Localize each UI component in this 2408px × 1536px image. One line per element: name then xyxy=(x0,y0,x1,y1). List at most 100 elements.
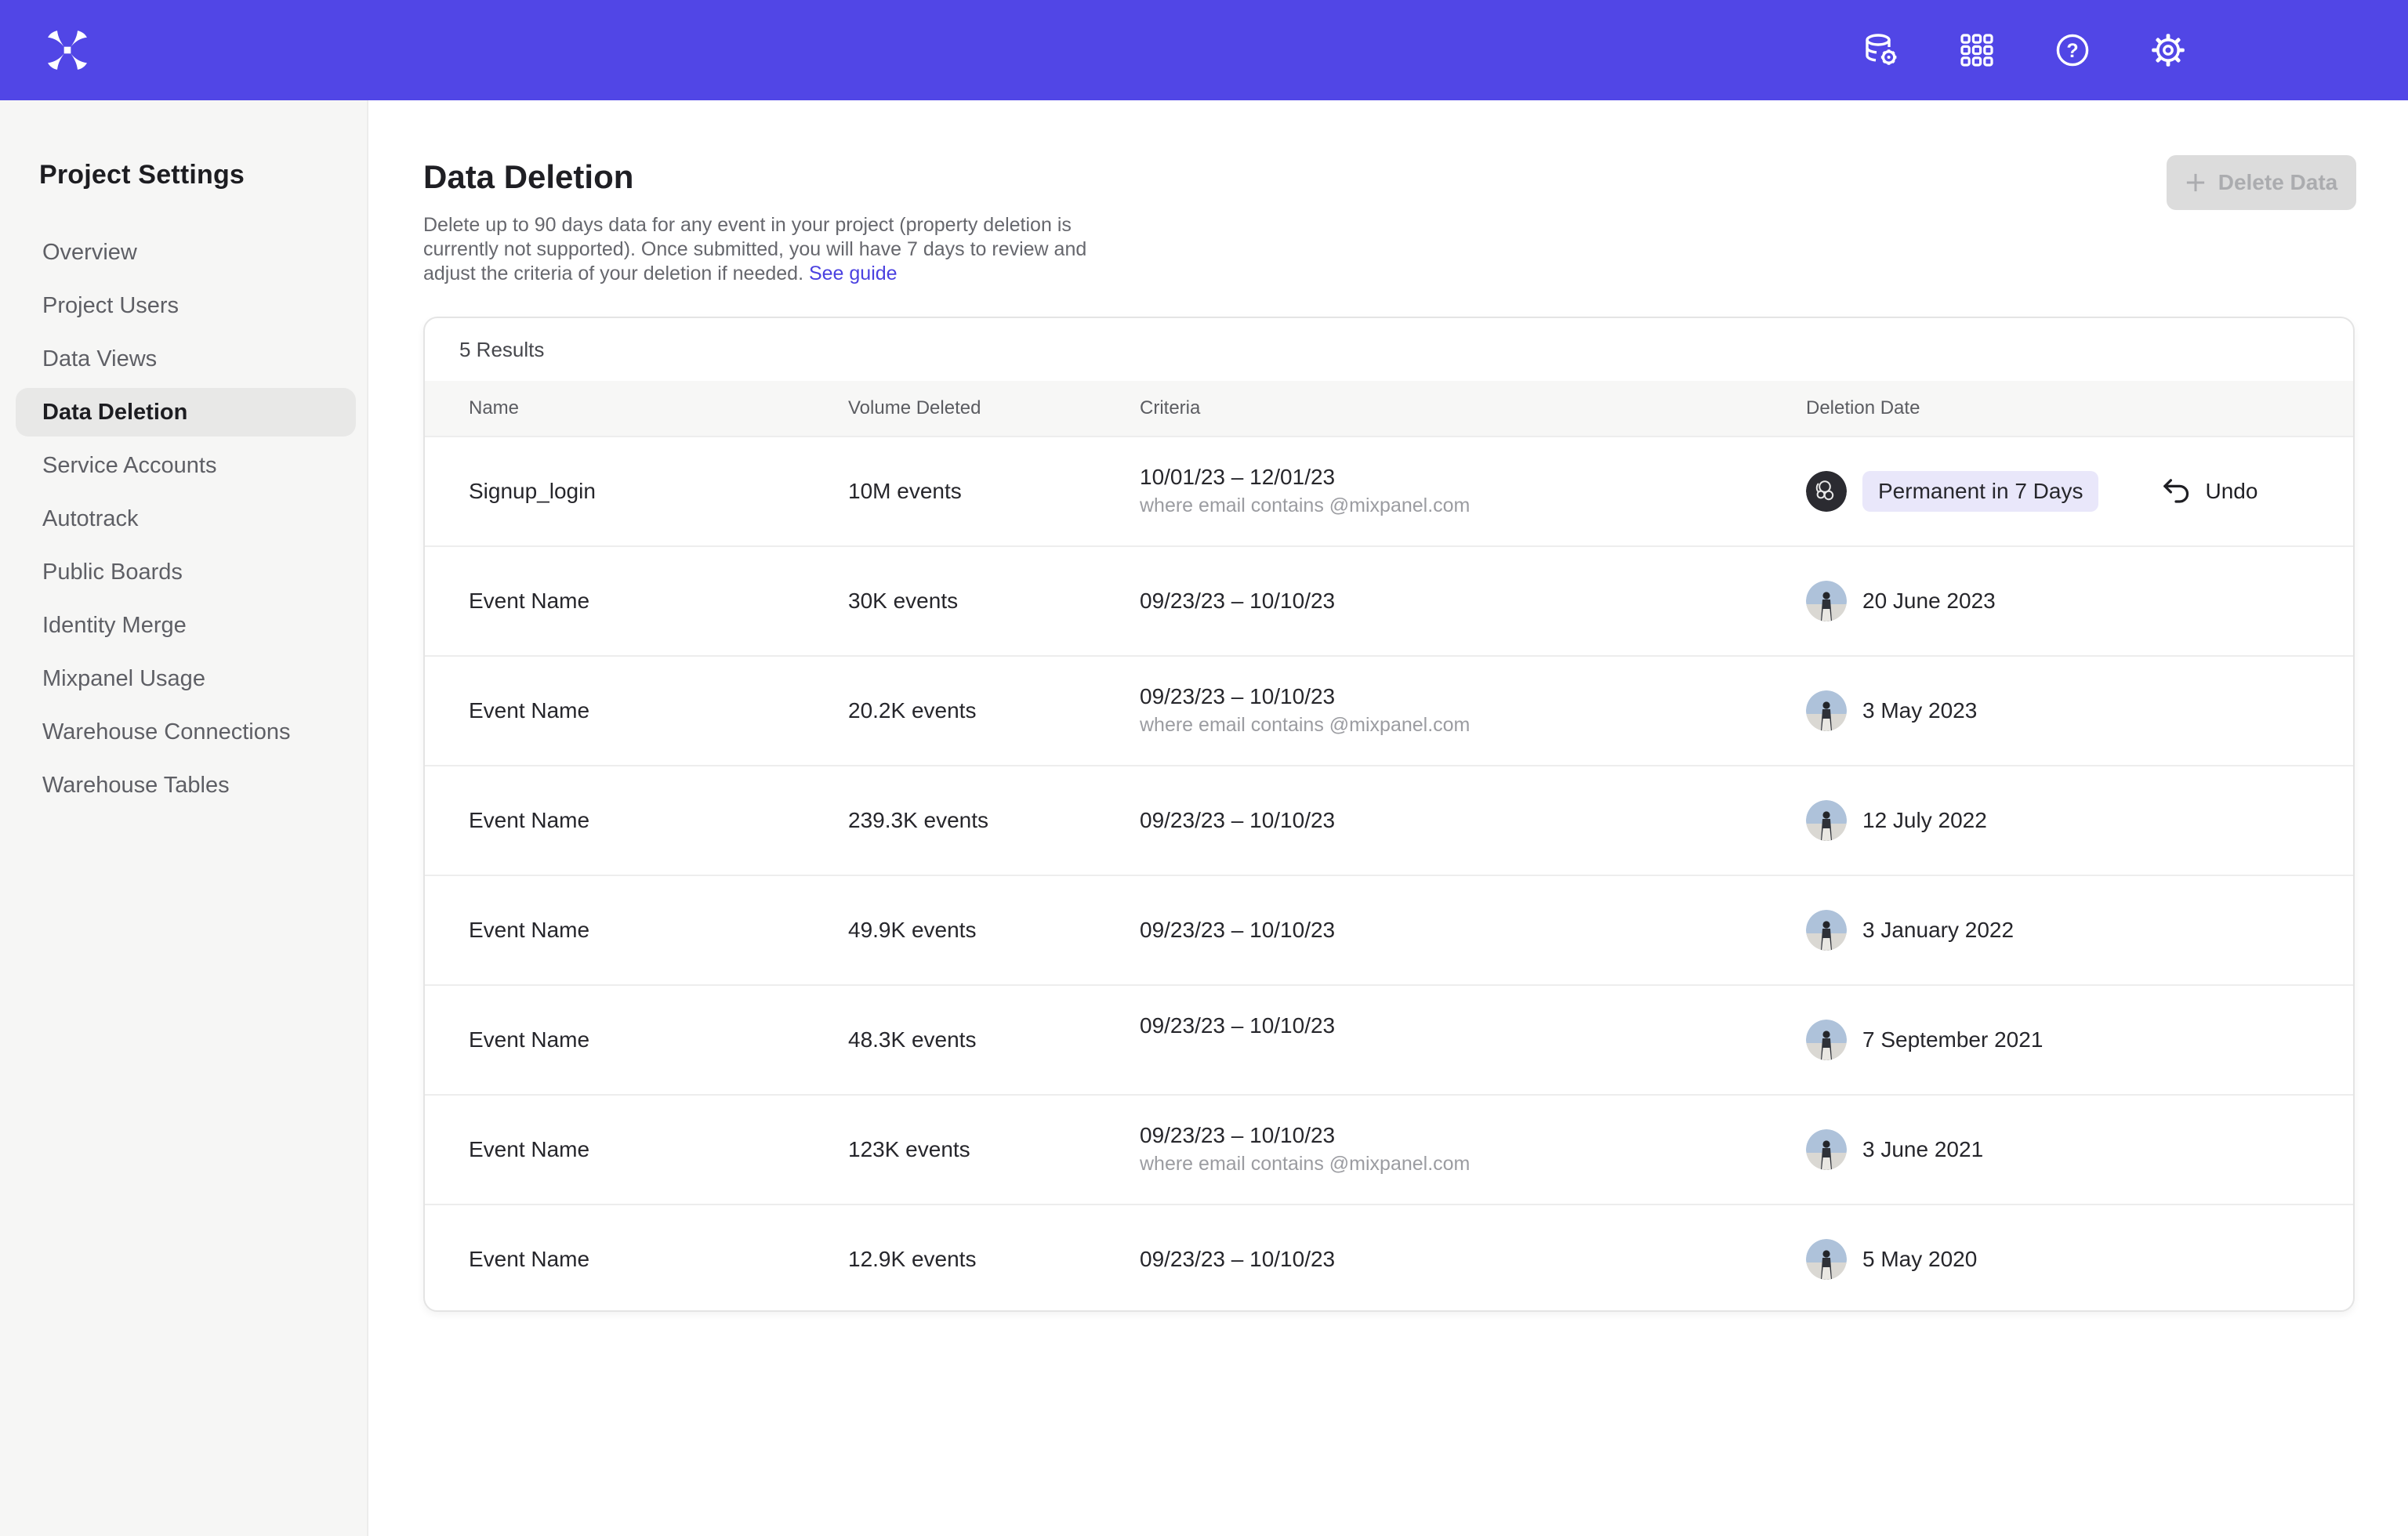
cell-volume: 123K events xyxy=(848,1137,1140,1162)
table-row: Signup_login 10M events 10/01/23 – 12/01… xyxy=(425,436,2353,545)
criteria-range: 10/01/23 – 12/01/23 xyxy=(1140,465,1806,490)
deletion-date-text: 3 May 2023 xyxy=(1862,698,1977,723)
deletion-date-text: 3 June 2021 xyxy=(1862,1137,1983,1162)
cell-name: Event Name xyxy=(469,698,848,723)
user-avatar xyxy=(1806,1129,1847,1170)
cell-name: Event Name xyxy=(469,1247,848,1272)
help-icon[interactable]: ? xyxy=(2054,31,2091,69)
cell-volume: 48.3K events xyxy=(848,1027,1140,1052)
deletion-date-text: 5 May 2020 xyxy=(1862,1247,1977,1272)
see-guide-link[interactable]: See guide xyxy=(809,263,898,284)
undo-label: Undo xyxy=(2205,479,2258,504)
settings-gear-icon[interactable] xyxy=(2149,31,2187,69)
cell-volume: 239.3K events xyxy=(848,808,1140,833)
table-row: Event Name 20.2K events 09/23/23 – 10/10… xyxy=(425,655,2353,765)
cell-criteria: 09/23/23 – 10/10/23 xyxy=(1140,808,1806,833)
cell-deletion-date: 3 June 2021 xyxy=(1806,1129,2353,1170)
table-row: Event Name 239.3K events 09/23/23 – 10/1… xyxy=(425,765,2353,875)
delete-data-button-label: Delete Data xyxy=(2218,170,2338,195)
criteria-range: 09/23/23 – 10/10/23 xyxy=(1140,1247,1806,1272)
page-description: Delete up to 90 days data for any event … xyxy=(423,213,1124,286)
topbar: ? xyxy=(0,0,2408,100)
main-content: Data Deletion Delete up to 90 days data … xyxy=(368,100,2408,1536)
cell-deletion-date: 12 July 2022 xyxy=(1806,800,2353,841)
apps-grid-icon[interactable] xyxy=(1958,31,1996,69)
delete-data-button[interactable]: Delete Data xyxy=(2167,155,2356,210)
criteria-range: 09/23/23 – 10/10/23 xyxy=(1140,1013,1806,1038)
sidebar-item-identity-merge[interactable]: Identity Merge xyxy=(16,601,356,650)
user-avatar xyxy=(1806,910,1847,951)
user-avatar xyxy=(1806,800,1847,841)
sidebar-item-overview[interactable]: Overview xyxy=(16,228,356,277)
criteria-range: 09/23/23 – 10/10/23 xyxy=(1140,684,1806,709)
user-avatar xyxy=(1806,1020,1847,1060)
user-avatar xyxy=(1806,1239,1847,1280)
sidebar-item-data-views[interactable]: Data Views xyxy=(16,335,356,383)
table-row: Event Name 123K events 09/23/23 – 10/10/… xyxy=(425,1094,2353,1204)
criteria-filter: where email contains @mixpanel.com xyxy=(1140,1153,1806,1176)
cell-deletion-date: 20 June 2023 xyxy=(1806,581,2353,621)
table-row: Event Name 30K events 09/23/23 – 10/10/2… xyxy=(425,545,2353,655)
cell-criteria: 09/23/23 – 10/10/23 xyxy=(1140,1247,1806,1272)
cell-name: Event Name xyxy=(469,1027,848,1052)
sidebar-item-data-deletion[interactable]: Data Deletion xyxy=(16,388,356,437)
criteria-filter xyxy=(1140,1043,1806,1067)
sidebar: Project Settings Overview Project Users … xyxy=(0,100,368,1536)
sidebar-item-autotrack[interactable]: Autotrack xyxy=(16,494,356,543)
cell-deletion-date: 3 May 2023 xyxy=(1806,690,2353,731)
deletion-date-text: 12 July 2022 xyxy=(1862,808,1987,833)
cell-deletion-date: 5 May 2020 xyxy=(1806,1239,2353,1280)
svg-text:?: ? xyxy=(2066,40,2078,62)
cell-criteria: 09/23/23 – 10/10/23 xyxy=(1140,1013,1806,1067)
topbar-icon-group: ? xyxy=(1862,31,2408,69)
cell-deletion-date: 7 September 2021 xyxy=(1806,1020,2353,1060)
column-header-deletion-date: Deletion Date xyxy=(1806,397,2353,419)
sidebar-item-warehouse-connections[interactable]: Warehouse Connections xyxy=(16,708,356,756)
cell-criteria: 09/23/23 – 10/10/23 xyxy=(1140,918,1806,943)
status-badge: Permanent in 7 Days xyxy=(1862,471,2098,512)
cell-volume: 20.2K events xyxy=(848,698,1140,723)
sidebar-title: Project Settings xyxy=(0,160,367,190)
cell-name: Signup_login xyxy=(469,479,848,504)
criteria-range: 09/23/23 – 10/10/23 xyxy=(1140,808,1806,833)
cell-volume: 30K events xyxy=(848,589,1140,614)
column-header-volume: Volume Deleted xyxy=(848,397,1140,419)
table-row: Event Name 48.3K events 09/23/23 – 10/10… xyxy=(425,984,2353,1094)
deletion-table-card: 5 Results Name Volume Deleted Criteria D… xyxy=(423,317,2355,1312)
criteria-filter: where email contains @mixpanel.com xyxy=(1140,714,1806,737)
page-title: Data Deletion xyxy=(423,158,2408,196)
mixpanel-logo-icon[interactable] xyxy=(47,30,88,71)
sidebar-item-project-users[interactable]: Project Users xyxy=(16,281,356,330)
criteria-range: 09/23/23 – 10/10/23 xyxy=(1140,589,1806,614)
sidebar-item-mixpanel-usage[interactable]: Mixpanel Usage xyxy=(16,654,356,703)
cell-deletion-date: Permanent in 7 Days Undo xyxy=(1806,471,2353,512)
cell-criteria: 09/23/23 – 10/10/23 where email contains… xyxy=(1140,1123,1806,1176)
user-avatar xyxy=(1806,690,1847,731)
user-avatar xyxy=(1806,471,1847,512)
criteria-range: 09/23/23 – 10/10/23 xyxy=(1140,918,1806,943)
data-management-icon[interactable] xyxy=(1862,31,1900,69)
deletion-date-text: 20 June 2023 xyxy=(1862,589,1996,614)
undo-arrow-icon xyxy=(2161,478,2191,505)
cell-name: Event Name xyxy=(469,589,848,614)
cell-criteria: 09/23/23 – 10/10/23 where email contains… xyxy=(1140,684,1806,737)
cell-criteria: 09/23/23 – 10/10/23 xyxy=(1140,589,1806,614)
column-header-name: Name xyxy=(469,397,848,419)
table-row: Event Name 49.9K events 09/23/23 – 10/10… xyxy=(425,875,2353,984)
cell-criteria: 10/01/23 – 12/01/23 where email contains… xyxy=(1140,465,1806,518)
sidebar-item-public-boards[interactable]: Public Boards xyxy=(16,548,356,596)
sidebar-item-warehouse-tables[interactable]: Warehouse Tables xyxy=(16,761,356,810)
undo-button[interactable]: Undo xyxy=(2161,478,2258,505)
cell-name: Event Name xyxy=(469,918,848,943)
results-count: 5 Results xyxy=(425,318,2353,381)
sidebar-item-service-accounts[interactable]: Service Accounts xyxy=(16,441,356,490)
plus-icon xyxy=(2185,172,2206,193)
cell-volume: 12.9K events xyxy=(848,1247,1140,1272)
table-header-row: Name Volume Deleted Criteria Deletion Da… xyxy=(425,381,2353,436)
cell-deletion-date: 3 January 2022 xyxy=(1806,910,2353,951)
column-header-criteria: Criteria xyxy=(1140,397,1806,419)
table-row: Event Name 12.9K events 09/23/23 – 10/10… xyxy=(425,1204,2353,1312)
cell-volume: 10M events xyxy=(848,479,1140,504)
user-avatar xyxy=(1806,581,1847,621)
criteria-filter: where email contains @mixpanel.com xyxy=(1140,494,1806,518)
